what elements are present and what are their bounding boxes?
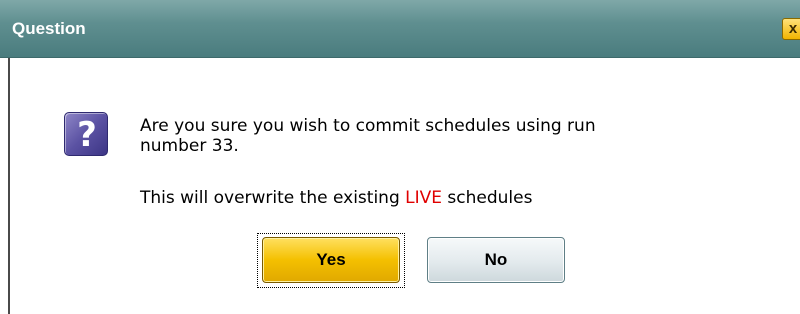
no-button[interactable]: No xyxy=(427,237,565,283)
question-icon: ? xyxy=(64,112,108,156)
dialog-title: Question xyxy=(12,19,86,38)
warning-suffix: schedules xyxy=(442,188,533,208)
dialog-frame-border xyxy=(0,58,10,314)
warning-prefix: This will overwrite the existing xyxy=(140,188,406,208)
message-line-1: Are you sure you wish to commit schedule… xyxy=(140,116,596,136)
message-line-2: number 33. xyxy=(140,136,239,156)
question-icon-glyph: ? xyxy=(77,115,97,155)
dialog-titlebar: Question x xyxy=(0,0,800,58)
warning-message: This will overwrite the existing LIVE sc… xyxy=(140,188,532,208)
live-highlight: LIVE xyxy=(405,188,442,208)
close-icon: x xyxy=(788,20,798,37)
close-button[interactable]: x xyxy=(782,18,800,40)
yes-button[interactable]: Yes xyxy=(262,237,400,283)
